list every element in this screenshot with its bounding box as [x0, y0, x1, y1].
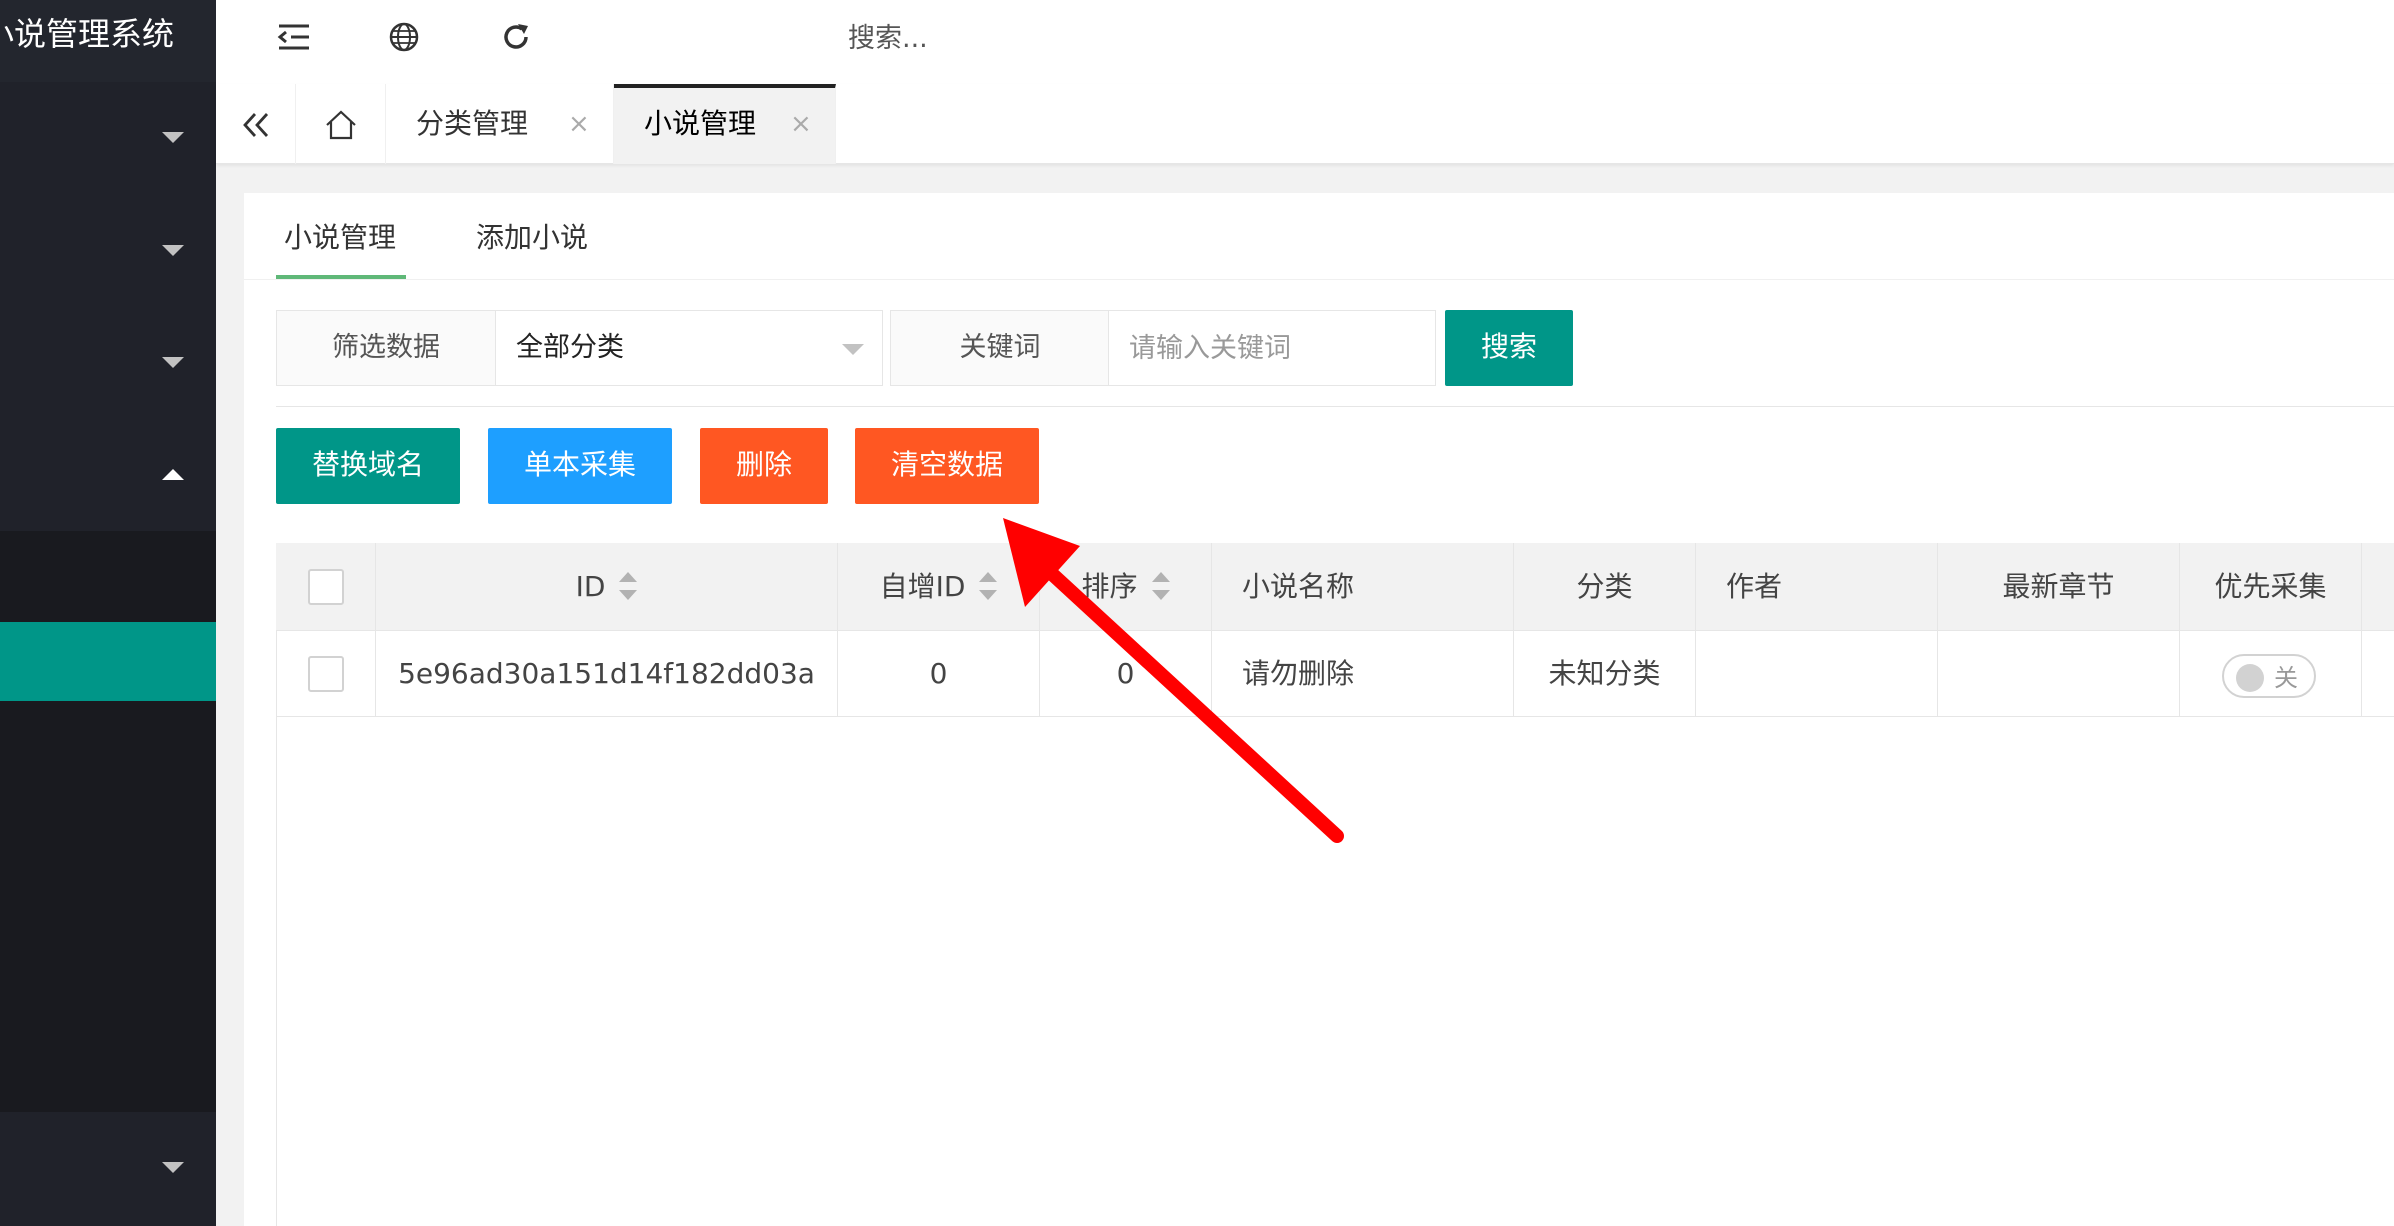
cell-author — [1696, 631, 1938, 717]
keyword-label: 关键词 — [890, 310, 1110, 386]
th-category: 分类 — [1514, 543, 1696, 631]
subtab-add-novel[interactable]: 添加小说 — [476, 193, 588, 283]
tab-bar: 分类管理 × 小说管理 × — [216, 84, 2394, 164]
th-latest-chapter: 最新章节 — [1938, 543, 2180, 631]
filter-label: 筛选数据 — [276, 310, 496, 386]
table-row — [276, 631, 376, 717]
caret-down-icon[interactable] — [162, 245, 184, 256]
tab-label: 小说管理 — [644, 107, 757, 140]
cell-sort-order: 0 — [1040, 631, 1212, 717]
delete-button[interactable]: 删除 — [700, 428, 828, 504]
divider — [244, 279, 2394, 280]
close-icon[interactable]: × — [790, 88, 812, 160]
cell-novel-name: 请勿删除 — [1212, 631, 1514, 717]
search-input[interactable] — [834, 0, 2394, 76]
search-button[interactable]: 搜索 — [1445, 310, 1573, 386]
app-logo-title: 小说管理系统 — [0, 0, 216, 82]
switch-label: 关 — [2274, 664, 2298, 692]
category-select-value: 全部分类 — [516, 332, 624, 363]
clear-data-button[interactable]: 清空数据 — [855, 428, 1039, 504]
tab-label: 分类管理 — [416, 107, 529, 140]
cell-overflow — [2362, 631, 2394, 717]
switch-knob — [2236, 664, 2264, 692]
row-checkbox[interactable] — [308, 656, 344, 692]
cell-auto-id: 0 — [838, 631, 1040, 717]
single-collect-button[interactable]: 单本采集 — [488, 428, 672, 504]
top-header — [216, 0, 2394, 84]
th-overflow — [2362, 543, 2394, 631]
cell-category: 未知分类 — [1514, 631, 1696, 717]
tab-novel-management[interactable]: 小说管理 × — [614, 84, 836, 164]
th-auto-id[interactable]: 自增ID — [838, 543, 1040, 631]
app-title: 小说管理系统 — [0, 15, 175, 53]
priority-collect-switch[interactable]: 关 — [2222, 654, 2316, 698]
sort-icon[interactable] — [1151, 572, 1170, 600]
globe-icon[interactable] — [366, 0, 442, 70]
sort-icon[interactable] — [619, 572, 638, 600]
double-chevron-left-icon[interactable] — [216, 84, 296, 164]
refresh-icon[interactable] — [478, 0, 554, 70]
keyword-input[interactable] — [1108, 310, 1436, 386]
home-icon[interactable] — [296, 84, 386, 164]
cell-id: 5e96ad30a151d14f182dd03a — [376, 631, 838, 717]
sidebar-submenu — [0, 531, 216, 1112]
chevron-down-icon — [842, 344, 864, 355]
replace-domain-button[interactable]: 替换域名 — [276, 428, 460, 504]
tab-category-management[interactable]: 分类管理 × — [386, 84, 614, 164]
cell-latest-chapter — [1938, 631, 2180, 717]
th-checkbox — [276, 543, 376, 631]
subtab-novel-management[interactable]: 小说管理 — [284, 193, 396, 283]
category-select[interactable]: 全部分类 — [495, 310, 883, 386]
th-novel-name: 小说名称 — [1212, 543, 1514, 631]
caret-down-icon[interactable] — [162, 132, 184, 143]
caret-down-icon[interactable] — [162, 1162, 184, 1173]
subtab-active-indicator — [276, 275, 406, 279]
th-sort-order[interactable]: 排序 — [1040, 543, 1212, 631]
th-priority-collect: 优先采集 — [2180, 543, 2362, 631]
close-icon[interactable]: × — [568, 84, 590, 164]
th-id[interactable]: ID — [376, 543, 838, 631]
select-all-checkbox[interactable] — [308, 569, 344, 605]
th-author: 作者 — [1696, 543, 1938, 631]
menu-fold-icon[interactable] — [256, 0, 332, 70]
sort-icon[interactable] — [979, 572, 998, 600]
caret-up-icon[interactable] — [162, 469, 184, 480]
sidebar-item-active[interactable] — [0, 622, 216, 701]
caret-down-icon[interactable] — [162, 357, 184, 368]
sidebar: 小说管理系统 — [0, 0, 216, 1226]
divider — [276, 406, 2394, 407]
